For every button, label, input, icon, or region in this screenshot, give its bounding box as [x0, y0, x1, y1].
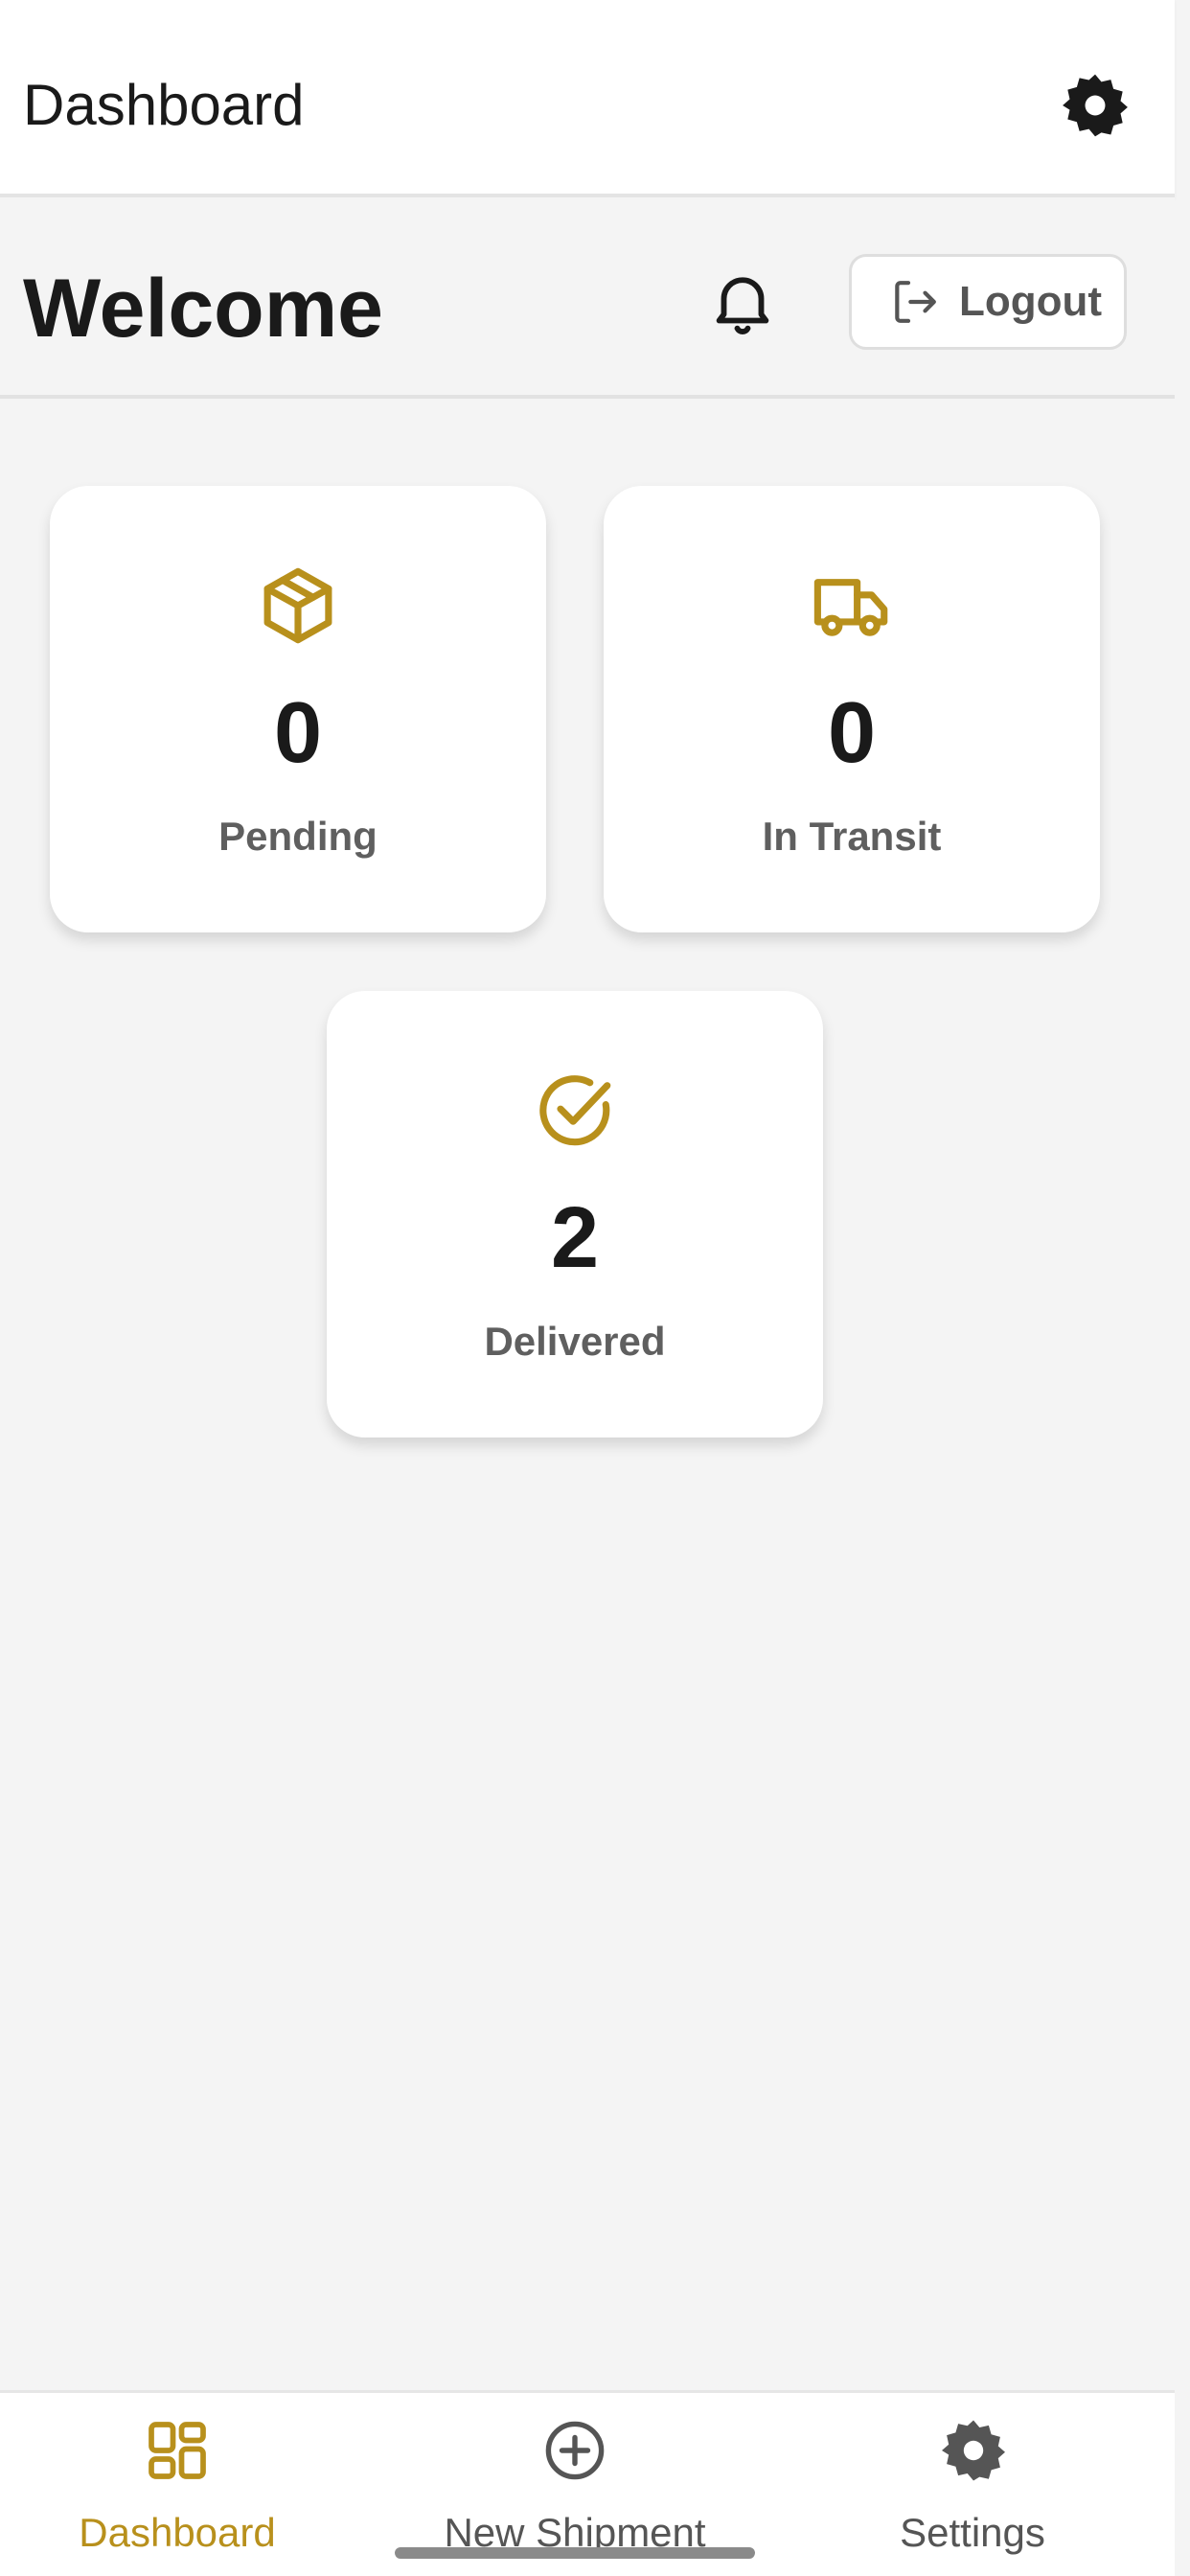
app-root: Dashboard Welcome Logout 0 Pending 0 In …: [0, 0, 1190, 2576]
welcome-bar: Welcome Logout: [0, 197, 1175, 399]
stat-card-delivered[interactable]: 2 Delivered: [327, 991, 823, 1438]
check-circle-icon: [539, 1075, 611, 1146]
gear-icon: [942, 2420, 1005, 2481]
truck-icon: [813, 579, 888, 636]
logout-icon: [895, 281, 936, 323]
pending-count: 0: [273, 685, 323, 781]
delivered-label: Delivered: [484, 1319, 666, 1364]
dashboard-grid-icon: [149, 2422, 206, 2479]
nav-label-settings: Settings: [900, 2510, 1045, 2555]
welcome-heading: Welcome: [23, 263, 383, 355]
top-app-bar: Dashboard: [0, 0, 1175, 197]
home-indicator[interactable]: [395, 2547, 755, 2559]
gear-icon[interactable]: [1060, 70, 1131, 141]
logout-button[interactable]: Logout: [849, 254, 1127, 350]
nav-label-dashboard: Dashboard: [79, 2510, 276, 2555]
page-title: Dashboard: [23, 73, 305, 137]
nav-item-settings[interactable]: Settings: [843, 2393, 1102, 2576]
stat-card-pending[interactable]: 0 Pending: [50, 486, 546, 932]
plus-circle-icon: [545, 2421, 605, 2480]
nav-item-dashboard[interactable]: Dashboard: [38, 2393, 316, 2576]
in-transit-count: 0: [827, 685, 877, 781]
delivered-count: 2: [550, 1190, 600, 1286]
package-icon: [263, 567, 332, 644]
bell-icon[interactable]: [705, 264, 780, 339]
in-transit-label: In Transit: [762, 814, 942, 859]
pending-label: Pending: [218, 814, 378, 859]
stat-card-in-transit[interactable]: 0 In Transit: [604, 486, 1100, 932]
logout-label: Logout: [959, 278, 1103, 325]
